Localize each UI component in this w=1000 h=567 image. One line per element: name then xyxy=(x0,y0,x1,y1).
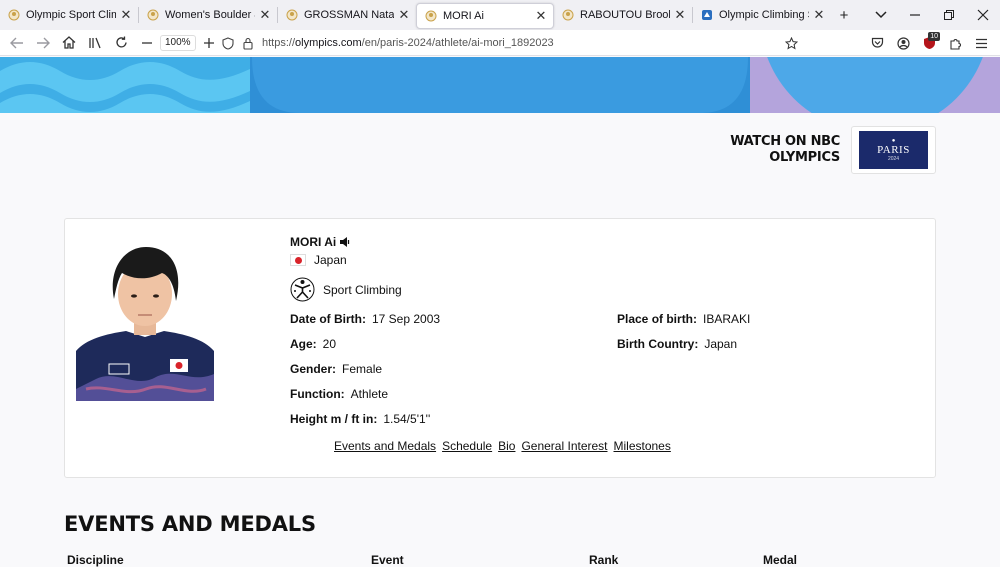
link-bio[interactable]: Bio xyxy=(498,439,515,453)
tab-3-active[interactable]: MORI Ai ✕ xyxy=(416,2,554,29)
close-tab-icon[interactable]: ✕ xyxy=(120,7,132,23)
olympics-ring-icon xyxy=(562,9,574,21)
new-tab-button[interactable]: + xyxy=(831,0,857,30)
hero-banner xyxy=(0,57,1000,113)
menu-hamburger-icon[interactable] xyxy=(968,30,994,56)
tab-title: Women's Boulder & Lead xyxy=(165,9,255,21)
athlete-section-links: Events and Medals Schedule Bio General I… xyxy=(334,439,677,453)
ublock-extension-icon[interactable]: 10 xyxy=(916,30,942,56)
tab-4[interactable]: RABOUTOU Brooke ✕ xyxy=(554,0,692,30)
extension-badge: 10 xyxy=(928,32,940,41)
link-events-and-medals[interactable]: Events and Medals xyxy=(334,439,436,453)
link-milestones[interactable]: Milestones xyxy=(614,439,671,453)
close-tab-icon[interactable]: ✕ xyxy=(535,8,547,24)
lock-icon[interactable] xyxy=(242,37,254,50)
address-bar[interactable]: https://olympics.com/en/paris-2024/athle… xyxy=(222,33,806,53)
athlete-name: MORI Ai xyxy=(290,235,351,249)
zoom-out-icon[interactable] xyxy=(134,30,160,56)
function: Function: Athlete xyxy=(290,387,389,401)
paris-2024-nbc-logo[interactable]: ● PARIS 2024 xyxy=(851,126,936,174)
column-header-rank: Rank xyxy=(589,553,619,567)
back-arrow-icon[interactable] xyxy=(4,30,30,56)
link-schedule[interactable]: Schedule xyxy=(442,439,492,453)
olympics-ring-icon xyxy=(8,9,20,21)
column-header-discipline: Discipline xyxy=(67,553,124,567)
tab-5[interactable]: Olympic Climbing SPOR ✕ xyxy=(693,0,831,30)
athlete-card: MORI Ai Japan Sport Climbing Date of Bir… xyxy=(64,218,936,478)
height: Height m / ft in: 1.54/5'1'' xyxy=(290,412,431,426)
url-text[interactable]: https://olympics.com/en/paris-2024/athle… xyxy=(262,37,554,49)
japan-flag-icon xyxy=(290,254,306,266)
tab-2[interactable]: GROSSMAN Natalia ✕ xyxy=(278,0,416,30)
birth-country: Birth Country: Japan xyxy=(617,337,738,351)
tab-title: Olympic Sport Climbing xyxy=(26,9,116,21)
navigation-toolbar: 100% https://olympics.com/en/paris-2024/… xyxy=(0,30,1000,56)
age: Age: 20 xyxy=(290,337,337,351)
extensions-puzzle-icon[interactable] xyxy=(942,30,968,56)
olympics-ring-icon xyxy=(286,9,298,21)
tab-title: MORI Ai xyxy=(443,9,484,22)
close-tab-icon[interactable]: ✕ xyxy=(259,7,271,23)
site-icon xyxy=(702,10,712,20)
tab-title: RABOUTOU Brooke xyxy=(580,9,670,21)
events-and-medals-heading: EVENTS AND MEDALS xyxy=(64,512,316,536)
link-general-interest[interactable]: General Interest xyxy=(521,439,607,453)
shield-icon[interactable] xyxy=(222,36,234,50)
pocket-icon[interactable] xyxy=(864,30,890,56)
library-icon[interactable] xyxy=(82,30,108,56)
tab-title: Olympic Climbing SPOR xyxy=(719,9,809,21)
athlete-sport: Sport Climbing xyxy=(290,277,402,302)
place-of-birth: Place of birth: IBARAKI xyxy=(617,312,751,326)
athlete-country: Japan xyxy=(290,253,347,267)
olympics-ring-icon xyxy=(425,10,437,21)
close-window-button[interactable] xyxy=(966,0,1000,30)
olympics-ring-icon xyxy=(147,9,159,21)
sport-climbing-pictogram-icon xyxy=(290,277,315,302)
tab-title: GROSSMAN Natalia xyxy=(304,9,394,21)
close-tab-icon[interactable]: ✕ xyxy=(398,7,410,23)
tab-strip: Olympic Sport Climbing ✕ Women's Boulder… xyxy=(0,0,1000,30)
zoom-level[interactable]: 100% xyxy=(160,34,196,51)
home-icon[interactable] xyxy=(56,30,82,56)
watch-on-nbc-link[interactable]: WATCH ON NBC OLYMPICS xyxy=(700,134,840,166)
tab-1[interactable]: Women's Boulder & Lead ✕ xyxy=(139,0,277,30)
athlete-photo xyxy=(76,239,214,401)
restore-button[interactable] xyxy=(932,0,966,30)
forward-arrow-icon[interactable] xyxy=(30,30,56,56)
column-header-medal: Medal xyxy=(763,553,798,567)
tab-0[interactable]: Olympic Sport Climbing ✕ xyxy=(0,0,138,30)
list-all-tabs-chevron-icon[interactable] xyxy=(864,0,898,30)
close-tab-icon[interactable]: ✕ xyxy=(674,7,686,23)
banner-graphic xyxy=(0,57,1000,113)
close-tab-icon[interactable]: ✕ xyxy=(813,7,825,23)
reload-icon[interactable] xyxy=(108,30,134,56)
zoom-in-icon[interactable] xyxy=(196,30,222,56)
gender: Gender: Female xyxy=(290,362,383,376)
account-icon[interactable] xyxy=(890,30,916,56)
date-of-birth: Date of Birth: 17 Sep 2003 xyxy=(290,312,441,326)
minimize-button[interactable] xyxy=(898,0,932,30)
column-header-event: Event xyxy=(371,553,404,567)
speaker-icon[interactable] xyxy=(339,236,351,248)
bookmark-star-icon[interactable] xyxy=(785,36,798,50)
